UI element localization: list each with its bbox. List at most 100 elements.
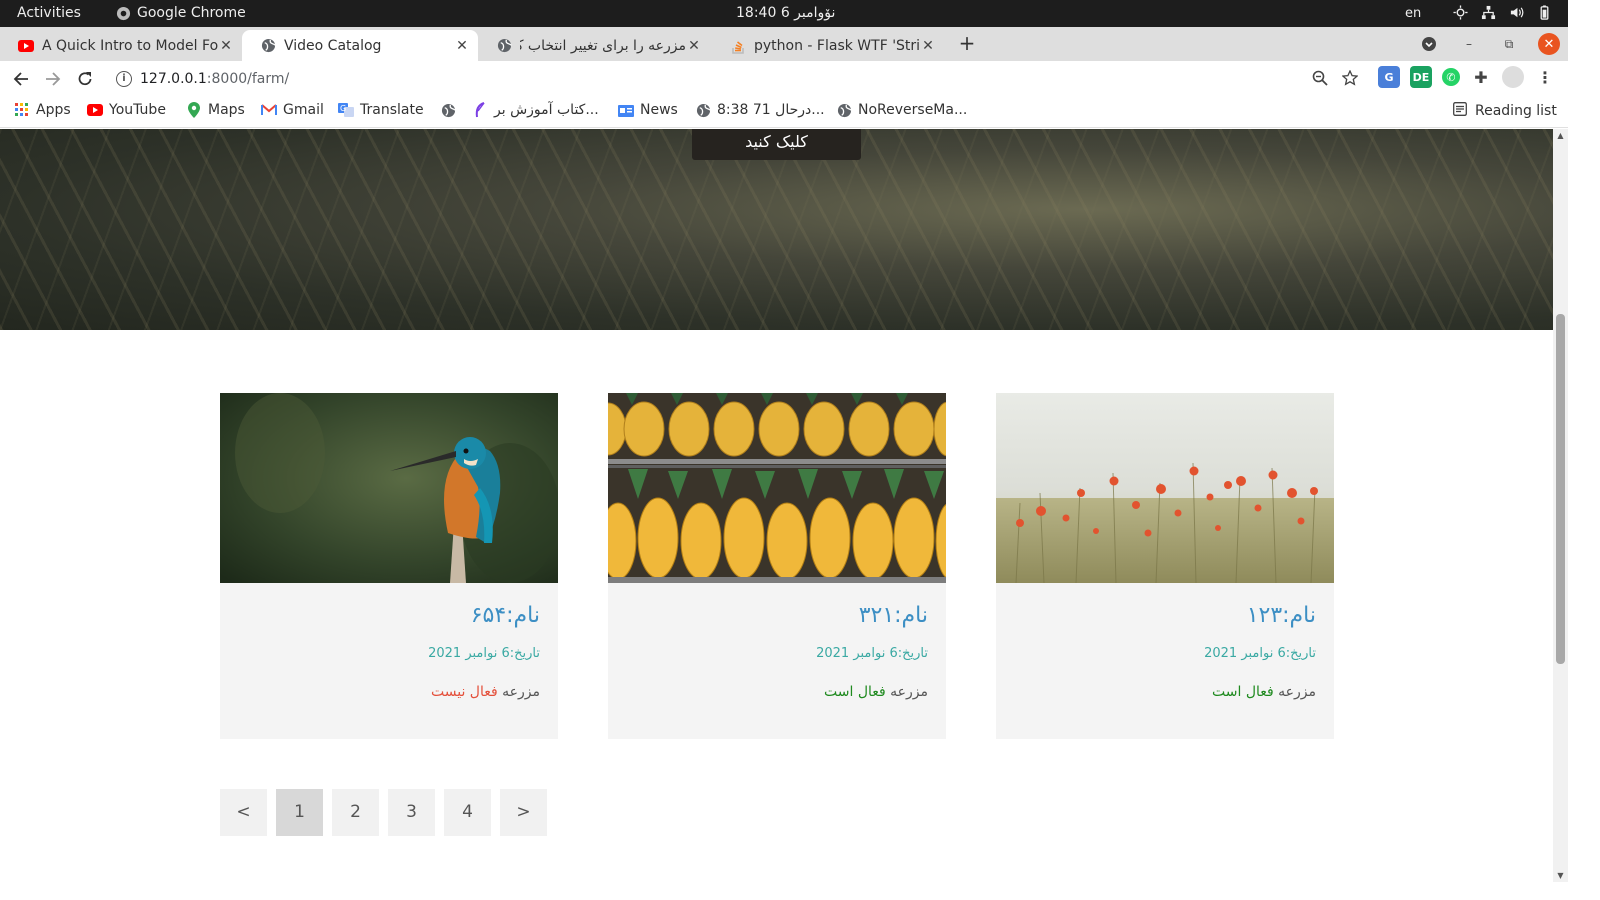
site-info-icon[interactable]: i <box>116 70 132 87</box>
farm-status: مزرعه فعال نیست <box>431 684 540 700</box>
bookmark-translate[interactable]: G Translate <box>338 102 424 118</box>
bookmark-noreversematch[interactable]: NoReverseMa... <box>836 102 967 118</box>
url-text[interactable]: 127.0.0.1:8000/farm/ <box>140 71 289 87</box>
volume-icon <box>1508 4 1524 20</box>
address-bar[interactable]: i 127.0.0.1:8000/farm/ <box>106 64 1368 93</box>
youtube-icon <box>87 102 103 118</box>
poppy-field-image[interactable] <box>996 393 1334 583</box>
google-translate-icon[interactable]: G <box>1378 66 1400 88</box>
maps-pin-icon <box>186 102 202 118</box>
scroll-down-icon[interactable]: ▼ <box>1556 871 1565 880</box>
clock[interactable]: نۆوامبر 6 18:40 <box>736 5 835 21</box>
keyboard-language[interactable]: en <box>1405 6 1421 21</box>
bookmark-label: Gmail <box>283 102 324 118</box>
globe-icon <box>440 102 456 118</box>
bookmark-star-icon[interactable] <box>1341 69 1359 90</box>
tab-video-catalog[interactable]: Video Catalog ✕ <box>242 30 478 61</box>
pagination: < 1 2 3 4 > <box>220 789 547 836</box>
chrome-icon <box>116 6 131 20</box>
system-tray[interactable] <box>1452 4 1552 20</box>
bookmark-label: Translate <box>360 102 424 118</box>
bookmark-globe[interactable] <box>440 102 456 118</box>
minimize-button[interactable]: – <box>1458 33 1480 55</box>
back-button[interactable] <box>8 66 34 92</box>
tab-flask-wtf[interactable]: python - Flask WTF 'String ✕ <box>712 30 944 61</box>
status-inactive-badge: فعال نیست <box>431 684 498 700</box>
tab-model-forms[interactable]: A Quick Intro to Model Fo ✕ <box>0 30 242 61</box>
pagination-next[interactable]: > <box>500 789 547 836</box>
tab-label: Video Catalog <box>284 37 382 54</box>
status-prefix: مزرعه <box>502 684 540 700</box>
zoom-icon[interactable] <box>1312 70 1328 90</box>
bookmarks-bar: Apps YouTube Maps Gmail G Translate کتاب… <box>0 96 1568 128</box>
arrow-right-icon <box>46 72 61 86</box>
tab-farm-select[interactable]: مزرعه را برای تغییر انتخاب ک ✕ <box>478 30 710 61</box>
farm-name[interactable]: نام:۳۲۱ <box>859 603 928 628</box>
forward-button[interactable] <box>40 66 66 92</box>
tab-strip: A Quick Intro to Model Fo ✕ Video Catalo… <box>0 27 1568 81</box>
profile-avatar[interactable] <box>1502 66 1524 88</box>
close-icon[interactable]: ✕ <box>920 38 936 54</box>
farm-card[interactable]: نام:۱۲۳ تاریخ:6 نوامبر 2021 مزرعه فعال ا… <box>996 393 1334 739</box>
bookmark-apps[interactable]: Apps <box>14 102 71 118</box>
farm-date: تاریخ:6 نوامبر 2021 <box>1204 646 1316 661</box>
news-icon <box>618 102 634 118</box>
url-path: :8000/farm/ <box>206 70 290 87</box>
reload-button[interactable] <box>72 66 98 92</box>
pagination-page-4[interactable]: 4 <box>444 789 491 836</box>
apps-grid-icon <box>14 102 30 118</box>
whatsapp-icon[interactable]: ✆ <box>1442 68 1460 86</box>
app-menu[interactable]: Google Chrome <box>116 5 246 21</box>
globe-icon <box>496 38 512 54</box>
farm-date: تاریخ:6 نوامبر 2021 <box>816 646 928 661</box>
page-viewport: کلیک کنید نام:۱۲۳ تاریخ:6 نوامبر 2021 مز… <box>0 129 1553 882</box>
stackoverflow-icon <box>730 38 746 54</box>
bookmark-label: Apps <box>36 102 71 118</box>
de-extension-icon[interactable]: DE <box>1410 66 1432 88</box>
close-window-button[interactable]: ✕ <box>1538 33 1560 55</box>
new-tab-button[interactable]: + <box>955 31 979 55</box>
farm-card[interactable]: نام:۳۲۱ تاریخ:6 نوامبر 2021 مزرعه فعال ا… <box>608 393 946 739</box>
bookmark-loading[interactable]: 8:38 71 درحال... <box>695 102 825 118</box>
arrow-left-icon <box>13 72 28 86</box>
hero-cta-button[interactable]: کلیک کنید <box>692 129 861 160</box>
pineapples-image[interactable] <box>608 393 946 583</box>
kingfisher-image[interactable] <box>220 393 558 583</box>
pagination-page-2[interactable]: 2 <box>332 789 379 836</box>
close-icon[interactable]: ✕ <box>218 38 234 54</box>
pagination-page-1[interactable]: 1 <box>276 789 323 836</box>
bookmark-book[interactable]: کتاب آموزش بر... <box>472 102 599 118</box>
page-scrollbar[interactable]: ▲ ▼ <box>1553 129 1568 882</box>
youtube-icon <box>18 38 34 54</box>
bookmark-label: News <box>640 102 678 118</box>
pagination-page-3[interactable]: 3 <box>388 789 435 836</box>
bookmark-label: 8:38 71 درحال... <box>717 102 825 118</box>
status-prefix: مزرعه <box>1278 684 1316 700</box>
farm-name[interactable]: نام:۶۵۴ <box>471 603 540 628</box>
network-icon <box>1480 4 1496 20</box>
scroll-up-icon[interactable]: ▲ <box>1556 131 1565 140</box>
extensions-puzzle-icon[interactable]: ✚ <box>1470 66 1492 88</box>
bookmark-news[interactable]: News <box>618 102 678 118</box>
pagination-prev[interactable]: < <box>220 789 267 836</box>
close-icon[interactable]: ✕ <box>686 38 702 54</box>
activities-button[interactable]: Activities <box>17 5 81 21</box>
restore-button[interactable]: ⧉ <box>1498 33 1520 55</box>
bookmark-youtube[interactable]: YouTube <box>87 102 166 118</box>
status-prefix: مزرعه <box>890 684 928 700</box>
bookmark-gmail[interactable]: Gmail <box>261 102 324 118</box>
farm-card[interactable]: نام:۶۵۴ تاریخ:6 نوامبر 2021 مزرعه فعال ن… <box>220 393 558 739</box>
translate-icon: G <box>338 102 354 118</box>
extensions-area: G DE ✆ ✚ ⋮ <box>1378 66 1556 88</box>
globe-icon <box>836 102 852 118</box>
reading-list-button[interactable]: Reading list <box>1453 102 1557 120</box>
menu-kebab-icon[interactable]: ⋮ <box>1534 66 1556 88</box>
tab-search-icon[interactable] <box>1418 33 1440 55</box>
app-name-label: Google Chrome <box>137 5 246 21</box>
scrollbar-thumb[interactable] <box>1556 314 1565 664</box>
close-icon[interactable]: ✕ <box>454 38 470 54</box>
bookmark-maps[interactable]: Maps <box>186 102 245 118</box>
bookmark-label: NoReverseMa... <box>858 102 968 118</box>
reading-list-label: Reading list <box>1475 103 1557 119</box>
farm-name[interactable]: نام:۱۲۳ <box>1247 603 1316 628</box>
